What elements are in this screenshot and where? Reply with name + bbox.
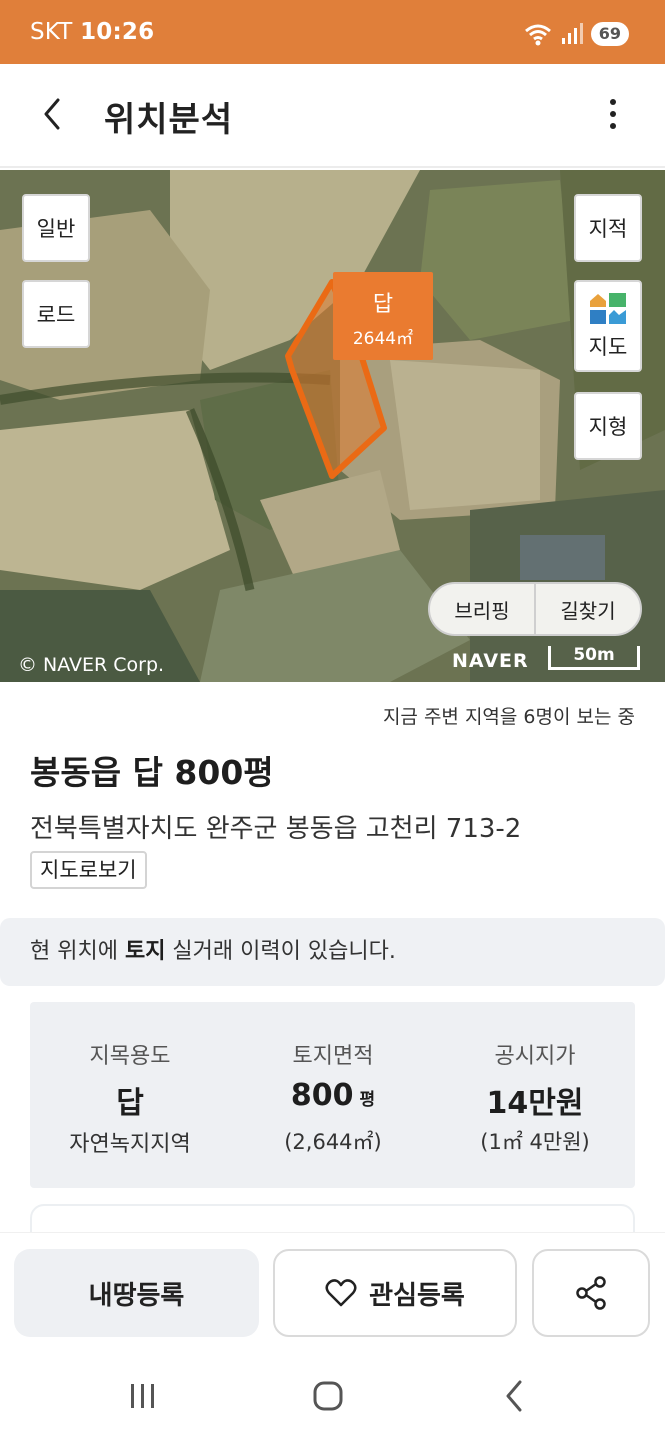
terrain-layer-button[interactable]: 지형 bbox=[574, 392, 642, 460]
recent-apps-button[interactable] bbox=[121, 1374, 165, 1418]
listing-address: 전북특별자치도 완주군 봉동읍 고천리 713-2 bbox=[30, 814, 522, 844]
naver-logo: NAVER bbox=[452, 650, 529, 672]
more-vertical-icon bbox=[610, 99, 616, 129]
land-area-label: 토지면적 bbox=[292, 1044, 374, 1069]
map-layers-icon bbox=[590, 293, 626, 324]
home-button[interactable] bbox=[306, 1374, 350, 1418]
listing-title: 봉동읍 답 800평 bbox=[30, 753, 274, 792]
system-navigation-bar bbox=[0, 1352, 665, 1440]
route-button-group: 브리핑 길찾기 bbox=[428, 582, 642, 636]
map-layer-button[interactable]: 지도 bbox=[574, 280, 642, 372]
map-layer-label: 지도 bbox=[588, 335, 628, 359]
signal-icon bbox=[561, 23, 583, 44]
official-price-label: 공시지가 bbox=[494, 1044, 576, 1069]
app-header: 위치분석 bbox=[0, 64, 665, 168]
satellite-map[interactable]: 일반 로드 지적 지도 지형 답 2644㎡ 브리핑 길찾기 © NAVER C… bbox=[0, 170, 665, 682]
battery-icon: 69 bbox=[590, 22, 629, 46]
parcel-label[interactable]: 답 2644㎡ bbox=[333, 272, 433, 360]
briefing-button[interactable]: 브리핑 bbox=[430, 584, 534, 634]
land-area-sqm: (2,644㎡) bbox=[284, 1130, 382, 1154]
land-use-value: 답 bbox=[116, 1086, 144, 1121]
land-use-label: 지목용도 bbox=[89, 1044, 171, 1069]
land-area-value: 800 bbox=[290, 1078, 354, 1113]
add-interest-button[interactable]: 관심등록 bbox=[273, 1249, 517, 1337]
wifi-icon bbox=[524, 24, 551, 46]
time-label: 10:26 bbox=[80, 19, 155, 45]
zoning-value: 자연녹지지역 bbox=[69, 1132, 191, 1157]
directions-button[interactable]: 길찾기 bbox=[534, 584, 640, 634]
parcel-area: 2644㎡ bbox=[352, 329, 414, 349]
transaction-history-notice[interactable]: 현 위치에 토지 실거래 이력이 있습니다. bbox=[0, 918, 665, 986]
heart-icon bbox=[325, 1279, 357, 1307]
cadastral-layer-button[interactable]: 지적 bbox=[574, 194, 642, 262]
official-price-value: 14만원 bbox=[486, 1086, 584, 1121]
land-area-unit: 평 bbox=[359, 1090, 376, 1110]
map-copyright: © NAVER Corp. bbox=[18, 654, 165, 676]
carrier-label: SKT bbox=[30, 19, 73, 45]
notice-highlight: 토지 bbox=[124, 939, 166, 964]
home-icon bbox=[313, 1381, 343, 1411]
back-button[interactable] bbox=[38, 94, 68, 134]
bottom-action-bar: 내땅등록 관심등록 bbox=[0, 1232, 665, 1352]
view-on-map-button[interactable]: 지도로보기 bbox=[30, 851, 147, 889]
nearby-viewers-text: 지금 주변 지역을 6명이 보는 중 bbox=[382, 706, 635, 728]
status-bar: SKT 10:26 69 bbox=[0, 0, 665, 64]
parcel-type: 답 bbox=[372, 292, 394, 317]
official-price-per-sqm: (1㎡ 4만원) bbox=[480, 1130, 590, 1154]
chevron-left-icon bbox=[44, 98, 60, 130]
land-area-value-wrap: 800 평 bbox=[233, 1078, 433, 1113]
system-back-button[interactable] bbox=[493, 1374, 537, 1418]
notice-suffix: 실거래 이력이 있습니다. bbox=[165, 939, 396, 964]
register-my-land-button[interactable]: 내땅등록 bbox=[14, 1249, 259, 1337]
map-scale-bar: 50m bbox=[548, 646, 640, 670]
map-type-road-button[interactable]: 로드 bbox=[22, 280, 90, 348]
notice-prefix: 현 위치에 bbox=[30, 939, 125, 964]
page-title: 위치분석 bbox=[104, 100, 234, 140]
map-type-general-button[interactable]: 일반 bbox=[22, 194, 90, 262]
share-icon bbox=[576, 1276, 606, 1310]
back-arrow-icon bbox=[506, 1380, 522, 1412]
status-clock: SKT 10:26 bbox=[30, 19, 154, 45]
status-icons: 69 bbox=[523, 20, 629, 48]
share-button[interactable] bbox=[532, 1249, 650, 1337]
more-button[interactable] bbox=[598, 94, 628, 134]
add-interest-label: 관심등록 bbox=[369, 1280, 465, 1311]
recent-apps-icon bbox=[131, 1384, 154, 1408]
land-info-card: 지목용도 답 자연녹지지역 토지면적 800 평 (2,644㎡) 공시지가 14… bbox=[30, 1002, 635, 1188]
